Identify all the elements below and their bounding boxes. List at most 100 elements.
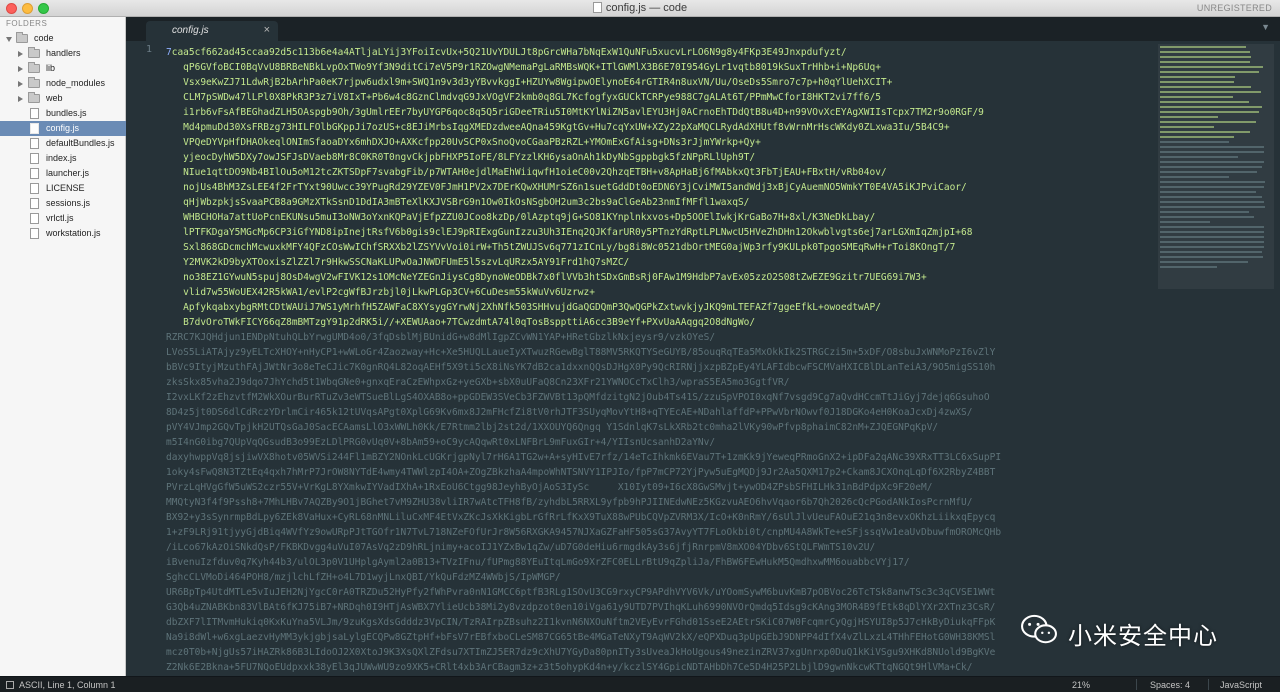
code-line: ApfykqabxybgRMtCDtWAUiJ7WS1yMrhfH5ZAWFaC…: [166, 302, 881, 313]
sidebar-item-label: config.js: [46, 123, 80, 133]
code-line: vlid7w55WoUEX42R5kWA1/evlP2cgWfBJrzbjl0j…: [166, 287, 595, 298]
chevron-right-icon[interactable]: [18, 96, 23, 102]
sidebar-item-workstation-js[interactable]: workstation.js: [0, 226, 126, 241]
minimap-line: [1160, 186, 1264, 188]
file-icon: [30, 108, 39, 119]
minimap-line: [1160, 86, 1251, 88]
code-text[interactable]: 7caa5cf662ad45ccaa92d5c113b6e4a4ATljaLYi…: [166, 45, 1166, 676]
folder-icon: [28, 92, 40, 103]
code-line: UR6BpTp4UtdMTLe5vIuJEH2NjYgcC0rA0TRZDu52…: [166, 587, 996, 598]
sidebar-item-license[interactable]: LICENSE: [0, 181, 126, 196]
code-line: CLM7pSWDw47lLPl0X8PkR3P3z7iV8IxT+Pb6w4c8…: [166, 92, 881, 103]
code-line: BX92+y3sSynrmpBdLpy6ZEk8VaHux+CyRL68nMNL…: [166, 512, 996, 523]
minimap-line: [1160, 141, 1229, 143]
code-line: Z2Nk6E2Bkna+5FU7NQoEUdpxxk38yEl3qJUWwWU9…: [166, 662, 973, 673]
chevron-down-icon[interactable]: [6, 37, 12, 42]
sidebar-item-web[interactable]: web: [0, 91, 126, 106]
chevron-right-icon[interactable]: [18, 66, 23, 72]
code-line: yjeocDyhW5DXy7owJSFJsDVaeb8Mr8C0KR0T0ngv…: [166, 152, 756, 163]
app-window: config.js — code UNREGISTERED FOLDERS co…: [0, 0, 1280, 692]
code-editor[interactable]: 1 7caa5cf662ad45ccaa92d5c113b6e4a4ATljaL…: [126, 41, 1280, 676]
watermark-text: 小米安全中心: [1068, 622, 1218, 650]
code-line: iBvenuIzfduv0q7Kyh44b3/ulOL3p0V1UHplgAym…: [166, 557, 910, 568]
code-line: dbZXF7lITMvmHukiq0KxKuYna5VLJm/9zuKgsXds…: [166, 617, 996, 628]
minimap-line: [1160, 156, 1238, 158]
line-number: 1: [145, 44, 152, 55]
window-title: config.js — code: [0, 2, 1280, 14]
minimap[interactable]: [1158, 44, 1274, 674]
sidebar-item-node-modules[interactable]: node_modules: [0, 76, 126, 91]
indentation-selector[interactable]: Spaces: 4: [1150, 680, 1190, 690]
status-position: ASCII, Line 1, Column 1: [6, 680, 116, 690]
number-token: 7: [166, 47, 172, 58]
code-line: 1oky4sFwQ8N3TZtEq4qxh7hMrP7JrOW8NYTdE4wm…: [166, 467, 996, 478]
folder-icon: [16, 32, 28, 43]
code-line: nojUs4BhM3ZsLEE4f2FrTYxt90Uwcc39YPugRd29…: [166, 182, 967, 193]
minimap-line: [1160, 146, 1264, 148]
file-icon: [30, 123, 39, 134]
minimap-line: [1160, 241, 1264, 243]
sidebar-item-handlers[interactable]: handlers: [0, 46, 126, 61]
sidebar-item-bundles-js[interactable]: bundles.js: [0, 106, 126, 121]
file-icon: [30, 168, 39, 179]
sidebar-item-label: node_modules: [46, 78, 106, 88]
code-line: i1rb6vFsAfBEGhadZLH5OAspgb9Oh/3gUmlrEEr7…: [166, 107, 984, 118]
minimap-line: [1160, 261, 1248, 263]
sidebar-item-label: defaultBundles.js: [46, 138, 115, 148]
tab-dropdown-icon[interactable]: ▼: [1261, 22, 1270, 32]
minimap-line: [1160, 221, 1210, 223]
line-gutter: 1: [126, 41, 162, 676]
tab-label: config.js: [172, 25, 209, 36]
code-line: m5I4nG0ibg7QUpVqQGsudB3o99EzLDlPRG0vUq0V…: [166, 437, 716, 448]
minimap-line: [1160, 96, 1233, 98]
sidebar-item-sessions-js[interactable]: sessions.js: [0, 196, 126, 211]
sidebar-item-config-js[interactable]: config.js: [0, 121, 126, 136]
sidebar-item-label: LICENSE: [46, 183, 85, 193]
code-line: RZRC7KJQHdjun1ENDpNtuhQLbYrwgUMD4o0/3fqD…: [166, 332, 716, 343]
minimap-line: [1160, 236, 1264, 238]
code-line: LVoS5LiATAjyz9yELTcXHOY+nHyCP1+wWLoGr4Za…: [166, 347, 996, 358]
sidebar-item-label: launcher.js: [46, 168, 90, 178]
syntax-selector[interactable]: JavaScript: [1220, 680, 1262, 690]
code-line: WHBCHOHa7attUoPcnEKUNsu5muI3oNW3oYxnKQPa…: [166, 212, 876, 223]
code-line: mcz0T0b+NjgUs57iHAZRk86B3LIdoOJ2X0XtoJ9K…: [166, 647, 996, 658]
sidebar-item-index-js[interactable]: index.js: [0, 151, 126, 166]
minimap-line: [1160, 101, 1249, 103]
title-bar: config.js — code UNREGISTERED: [0, 0, 1280, 17]
minimap-line: [1160, 196, 1262, 198]
minimap-line: [1160, 61, 1250, 63]
file-icon: [30, 183, 39, 194]
sidebar-item-label: code: [34, 33, 54, 43]
minimap-zoom: 21%: [1072, 680, 1091, 690]
code-line: MMQtyN3f4f9Pssh8+7MhLHBv7AQZBy9O1jBGhet7…: [166, 497, 973, 508]
sidebar-item-label: lib: [46, 63, 56, 73]
minimap-line: [1160, 161, 1264, 163]
code-line: Sxl868GDcmchMcwuxkMFY4QFzCOsWwIChfSRXXb2…: [166, 242, 956, 253]
sidebar-item-vrlctl-js[interactable]: vrlctl.js: [0, 211, 126, 226]
cursor-position: ASCII, Line 1, Column 1: [19, 680, 116, 690]
minimap-line: [1160, 151, 1264, 153]
folder-icon: [28, 47, 40, 58]
minimap-line: [1160, 71, 1259, 73]
sidebar-item-label: sessions.js: [46, 198, 91, 208]
file-icon: [30, 198, 39, 209]
code-line: PVrzLqHVgGfW5uWS2czr55V+VrKgL8YXmkwIYVad…: [166, 482, 933, 493]
sidebar-item-code[interactable]: code: [0, 31, 126, 46]
tab-config-js[interactable]: config.js ×: [146, 21, 278, 41]
wechat-logo-icon: [1021, 614, 1057, 644]
panel-toggle-icon[interactable]: [6, 681, 14, 689]
code-line: Na9i8dWl+w6xgLaezvHyMM3ykjgbjsaLylgECQPw…: [166, 632, 996, 643]
chevron-right-icon[interactable]: [18, 81, 23, 87]
minimap-line: [1160, 266, 1217, 268]
sidebar-item-launcher-js[interactable]: launcher.js: [0, 166, 126, 181]
sidebar-item-label: index.js: [46, 153, 77, 163]
sidebar-item-defaultbundles-js[interactable]: defaultBundles.js: [0, 136, 126, 151]
code-line: I2vxLKf2zEhzvtfM2WkXOurBurRTuZv3eWTSueBl…: [166, 392, 990, 403]
close-tab-icon[interactable]: ×: [264, 24, 270, 36]
minimap-line: [1160, 176, 1229, 178]
chevron-right-icon[interactable]: [18, 51, 23, 57]
code-line: Vsx9eKwZJ71LdwRjB2bArhPa0eK7rjpw6udxl9m+…: [166, 77, 893, 88]
minimap-line: [1160, 46, 1246, 48]
minimap-line: [1160, 106, 1262, 108]
sidebar-item-lib[interactable]: lib: [0, 61, 126, 76]
